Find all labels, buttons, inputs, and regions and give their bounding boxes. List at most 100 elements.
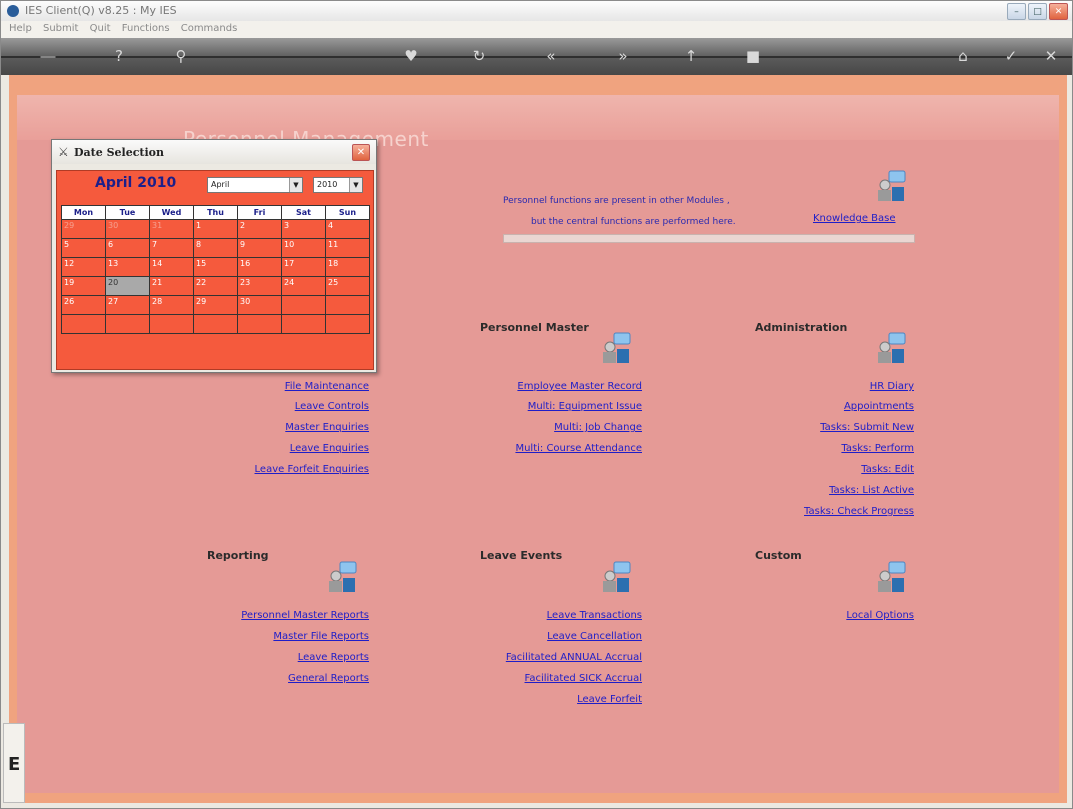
leave-enquiries-link[interactable]: Leave Enquiries (290, 443, 369, 454)
tasks-perform-link[interactable]: Tasks: Perform (841, 443, 914, 454)
reporting-icon (329, 561, 357, 592)
key-icon[interactable]: ⎯⎯ (31, 46, 65, 66)
calendar-day[interactable]: 9 (237, 238, 282, 258)
leave-controls-link[interactable]: Leave Controls (295, 401, 369, 412)
calendar-day[interactable]: 20 (105, 276, 150, 296)
chevron-down-icon: ▼ (289, 178, 302, 192)
menu-commands[interactable]: Commands (181, 23, 238, 34)
leave-events-heading: Leave Events (480, 549, 563, 562)
calendar-day[interactable]: 30 (237, 295, 282, 315)
personnel-master-heading: Personnel Master (480, 321, 589, 334)
calendar-day[interactable]: 29 (193, 295, 238, 315)
search-icon[interactable]: ⚲ (171, 46, 191, 66)
calendar-day[interactable]: 31 (149, 219, 194, 239)
month-select[interactable]: April ▼ (207, 177, 303, 193)
side-panel-label: E (8, 754, 21, 775)
toolbar: ⎯⎯ ? ⚲ ♥ ↻ « » ↑ ■ ⌂ ✓ ✕ (1, 38, 1072, 75)
year-select[interactable]: 2010 ▼ (313, 177, 363, 193)
reporting-heading: Reporting (207, 549, 269, 562)
tasks-check-progress-link[interactable]: Tasks: Check Progress (804, 506, 914, 517)
employee-master-record-link[interactable]: Employee Master Record (517, 381, 642, 392)
heart-icon[interactable]: ♥ (401, 46, 421, 66)
calendar-day[interactable]: 21 (149, 276, 194, 296)
leave-forfeit-link[interactable]: Leave Forfeit (577, 694, 642, 705)
multi-equipment-issue-link[interactable]: Multi: Equipment Issue (528, 401, 642, 412)
calendar-day[interactable]: 12 (61, 257, 106, 277)
multi-course-attendance-link[interactable]: Multi: Course Attendance (515, 443, 642, 454)
calendar-day[interactable]: 13 (105, 257, 150, 277)
calendar-day[interactable]: 3 (281, 219, 326, 239)
hr-diary-link[interactable]: HR Diary (870, 381, 914, 392)
facilitated-sick-accrual-link[interactable]: Facilitated SICK Accrual (525, 673, 642, 684)
calendar-day[interactable]: 2 (237, 219, 282, 239)
calendar-day[interactable]: 10 (281, 238, 326, 258)
help-icon[interactable]: ? (109, 46, 129, 66)
calendar-empty-cell (149, 314, 194, 334)
calendar-empty-cell (281, 295, 326, 315)
up-icon[interactable]: ↑ (681, 46, 701, 66)
calendar-day[interactable]: 11 (325, 238, 370, 258)
maximize-button[interactable]: □ (1028, 3, 1047, 20)
calendar-day[interactable]: 26 (61, 295, 106, 315)
knowledge-base-link[interactable]: Knowledge Base (813, 213, 896, 224)
close-icon[interactable]: ✕ (1041, 46, 1061, 66)
calendar-empty-cell (281, 314, 326, 334)
weekday-header: Tue (105, 205, 150, 220)
calendar-day[interactable]: 1 (193, 219, 238, 239)
calendar-day[interactable]: 29 (61, 219, 106, 239)
master-enquiries-link[interactable]: Master Enquiries (285, 422, 369, 433)
general-reports-link[interactable]: General Reports (288, 673, 369, 684)
calendar-day[interactable]: 7 (149, 238, 194, 258)
ok-icon[interactable]: ✓ (1001, 46, 1021, 66)
stop-icon[interactable]: ■ (743, 46, 763, 66)
calendar-day[interactable]: 14 (149, 257, 194, 277)
calendar-day[interactable]: 24 (281, 276, 326, 296)
tasks-list-active-link[interactable]: Tasks: List Active (829, 485, 914, 496)
menu-submit[interactable]: Submit (43, 23, 78, 34)
calendar-day[interactable]: 27 (105, 295, 150, 315)
tasks-edit-link[interactable]: Tasks: Edit (861, 464, 914, 475)
leave-transactions-link[interactable]: Leave Transactions (547, 610, 642, 621)
date-selection-dialog: ⚔ Date Selection ✕ April 2010 April ▼ 20… (51, 139, 377, 373)
appointments-link[interactable]: Appointments (844, 401, 914, 412)
personnel-master-reports-link[interactable]: Personnel Master Reports (241, 610, 369, 621)
menu-functions[interactable]: Functions (122, 23, 170, 34)
dialog-title-bar[interactable]: ⚔ Date Selection ✕ (52, 140, 376, 164)
custom-icon (878, 561, 906, 592)
home-icon[interactable]: ⌂ (953, 46, 973, 66)
forward-icon[interactable]: » (613, 46, 633, 66)
chevron-down-icon: ▼ (349, 178, 362, 192)
refresh-icon[interactable]: ↻ (469, 46, 489, 66)
dialog-close-button[interactable]: ✕ (352, 144, 370, 161)
local-options-link[interactable]: Local Options (846, 610, 914, 621)
calendar-day[interactable]: 28 (149, 295, 194, 315)
calendar-day[interactable]: 23 (237, 276, 282, 296)
calendar-day[interactable]: 8 (193, 238, 238, 258)
app-icon (7, 5, 19, 17)
facilitated-annual-accrual-link[interactable]: Facilitated ANNUAL Accrual (506, 652, 642, 663)
master-file-reports-link[interactable]: Master File Reports (273, 631, 369, 642)
menu-help[interactable]: Help (9, 23, 32, 34)
leave-forfeit-enquiries-link[interactable]: Leave Forfeit Enquiries (255, 464, 369, 475)
calendar-day[interactable]: 6 (105, 238, 150, 258)
leave-reports-link[interactable]: Leave Reports (298, 652, 369, 663)
knowledge-base-icon[interactable] (875, 169, 907, 203)
file-maintenance-link[interactable]: File Maintenance (285, 381, 369, 392)
calendar-day[interactable]: 17 (281, 257, 326, 277)
back-icon[interactable]: « (541, 46, 561, 66)
close-window-button[interactable]: ✕ (1049, 3, 1068, 20)
multi-job-change-link[interactable]: Multi: Job Change (554, 422, 642, 433)
calendar-day[interactable]: 19 (61, 276, 106, 296)
menu-quit[interactable]: Quit (90, 23, 111, 34)
calendar-day[interactable]: 30 (105, 219, 150, 239)
calendar-day[interactable]: 16 (237, 257, 282, 277)
calendar-day[interactable]: 15 (193, 257, 238, 277)
calendar-day[interactable]: 18 (325, 257, 370, 277)
tasks-submit-new-link[interactable]: Tasks: Submit New (820, 422, 914, 433)
calendar-day[interactable]: 22 (193, 276, 238, 296)
minimize-button[interactable]: – (1007, 3, 1026, 20)
calendar-day[interactable]: 4 (325, 219, 370, 239)
calendar-day[interactable]: 5 (61, 238, 106, 258)
calendar-day[interactable]: 25 (325, 276, 370, 296)
leave-cancellation-link[interactable]: Leave Cancellation (547, 631, 642, 642)
